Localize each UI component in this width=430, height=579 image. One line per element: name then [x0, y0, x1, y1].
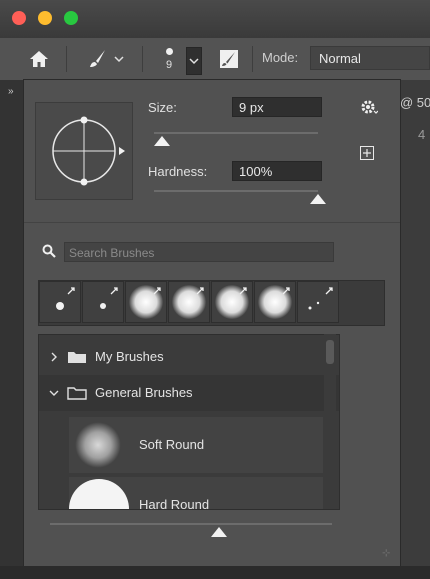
search-brushes-input[interactable]: Search Brushes [64, 242, 334, 262]
folder-icon [68, 352, 86, 363]
hard-round-brush-thumbnail [69, 479, 129, 509]
chevron-down-icon [189, 58, 199, 65]
options-bar: 9 Mode: Normal [0, 38, 430, 81]
resize-grip-icon[interactable]: ⊹ [382, 548, 394, 560]
brush-preset-picker-panel: Size: 9 px Hardness: 100% Search Brushes… [24, 80, 400, 566]
folder-row-my-brushes[interactable]: My Brushes [39, 339, 339, 375]
soft-round-brush-thumbnail [75, 422, 121, 468]
hardness-input[interactable]: 100% [232, 161, 322, 181]
hardness-slider-track[interactable] [154, 190, 318, 192]
brush-tool-preset-picker[interactable] [80, 46, 130, 72]
brush-presets-list: My Brushes General Brushes Soft Round Ha… [38, 334, 340, 510]
separator [142, 46, 143, 72]
title-bar [0, 0, 430, 38]
brush-picker-dropdown-button[interactable] [186, 47, 202, 75]
document-area: @ 50 4 [400, 80, 430, 579]
create-new-preset-button[interactable] [359, 145, 375, 161]
brush-row-hard-round[interactable]: Hard Round [69, 477, 323, 510]
brush-panel-toggle-icon [220, 50, 238, 68]
hardness-label: Hardness: [148, 164, 208, 179]
gear-icon [361, 100, 378, 114]
brush-angle-roundness-preview[interactable] [35, 102, 133, 200]
size-label: Size: [148, 100, 177, 115]
recent-brush-tip-soft-large-3[interactable] [211, 281, 253, 323]
brush-label: Hard Round [139, 497, 210, 510]
folder-row-general-brushes[interactable]: General Brushes [39, 375, 339, 411]
new-preset-icon [360, 146, 374, 160]
folder-label: General Brushes [95, 385, 193, 400]
size-slider-track[interactable] [154, 132, 318, 134]
recent-brush-tip-scatter[interactable] [297, 281, 339, 323]
brush-icon [90, 50, 105, 67]
separator [252, 46, 253, 72]
recent-brush-tip-soft-large-4[interactable] [254, 281, 296, 323]
close-window-button[interactable] [12, 11, 26, 25]
brush-size-preview[interactable]: 9 [158, 42, 180, 76]
tools-panel: » [0, 80, 24, 579]
preview-size-slider-track[interactable] [50, 523, 332, 525]
blend-mode-select[interactable]: Normal [310, 46, 430, 70]
brush-row-soft-round[interactable]: Soft Round [69, 417, 323, 473]
list-scrollbar-thumb[interactable] [326, 340, 334, 364]
recent-brush-tip-soft-large-2[interactable] [168, 281, 210, 323]
ruler-number: 4 [418, 127, 426, 142]
brush-label: Soft Round [139, 437, 205, 452]
mode-label: Mode: [262, 50, 299, 65]
status-strip [0, 566, 430, 579]
brush-tip-diagram [52, 116, 125, 186]
preview-size-slider-thumb[interactable] [211, 527, 228, 537]
brush-dot-icon [165, 47, 173, 55]
divider [24, 222, 400, 223]
chevron-down-icon [114, 56, 124, 63]
recent-brush-tip-hard-smaller[interactable] [82, 281, 124, 323]
search-icon [41, 243, 57, 259]
document-tab-zoom[interactable]: @ 50 [400, 95, 430, 110]
brush-settings-panel-toggle[interactable] [218, 47, 240, 71]
folder-label: My Brushes [95, 349, 164, 364]
application-window: 9 Mode: Normal » @ 50 4 Size: 9 px Hardn… [0, 0, 430, 579]
home-button[interactable] [24, 46, 54, 72]
recent-brush-tip-hard-small[interactable] [39, 281, 81, 323]
size-slider-thumb[interactable] [154, 136, 171, 146]
brush-size-value: 9 [165, 58, 173, 71]
separator [66, 46, 67, 72]
minimize-window-button[interactable] [38, 11, 52, 25]
zoom-window-button[interactable] [64, 11, 78, 25]
chevron-right-icon [51, 352, 57, 362]
chevron-down-icon [49, 390, 59, 396]
home-icon [30, 51, 48, 67]
size-input[interactable]: 9 px [232, 97, 322, 117]
recent-brushes-strip [38, 280, 385, 326]
settings-menu-button[interactable] [358, 96, 380, 118]
recent-brush-tip-soft-large[interactable] [125, 281, 167, 323]
expand-panel-icon[interactable]: » [8, 86, 14, 97]
hardness-slider-thumb[interactable] [310, 194, 326, 204]
open-folder-icon [67, 387, 87, 400]
